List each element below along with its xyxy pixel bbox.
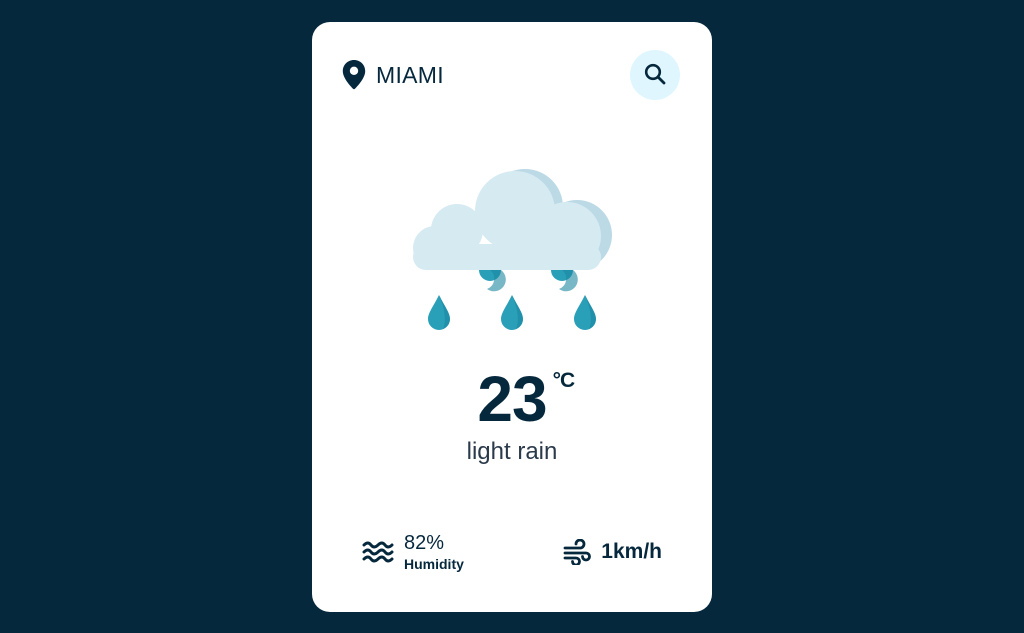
wind-icon: [563, 539, 592, 565]
humidity-detail: 82% Humidity: [362, 532, 464, 572]
temperature: 23 °C: [312, 362, 712, 436]
weather-description: light rain: [466, 438, 558, 465]
weather-card: MIAMI 23 °C light rain 82% Humidity 1km/…: [312, 22, 712, 612]
wind-detail: 1km/h: [563, 539, 662, 565]
humidity-label: Humidity: [404, 556, 464, 572]
humidity-value: 82%: [404, 532, 445, 554]
humidity-text: 82% Humidity: [404, 532, 464, 572]
weather-details: 82% Humidity 1km/h: [362, 527, 662, 577]
map-pin-icon: [342, 60, 366, 90]
cloud-rain-icon: [407, 162, 617, 337]
city-name: MIAMI: [376, 61, 444, 88]
search-button[interactable]: [630, 50, 680, 100]
temperature-unit: °C: [552, 369, 576, 392]
search-icon: [643, 62, 667, 89]
water-waves-icon: [362, 539, 394, 565]
temperature-value: 23 °C: [477, 363, 575, 435]
wind-value: 1km/h: [601, 540, 662, 563]
card-header: MIAMI: [342, 50, 680, 100]
location: MIAMI: [342, 60, 444, 90]
